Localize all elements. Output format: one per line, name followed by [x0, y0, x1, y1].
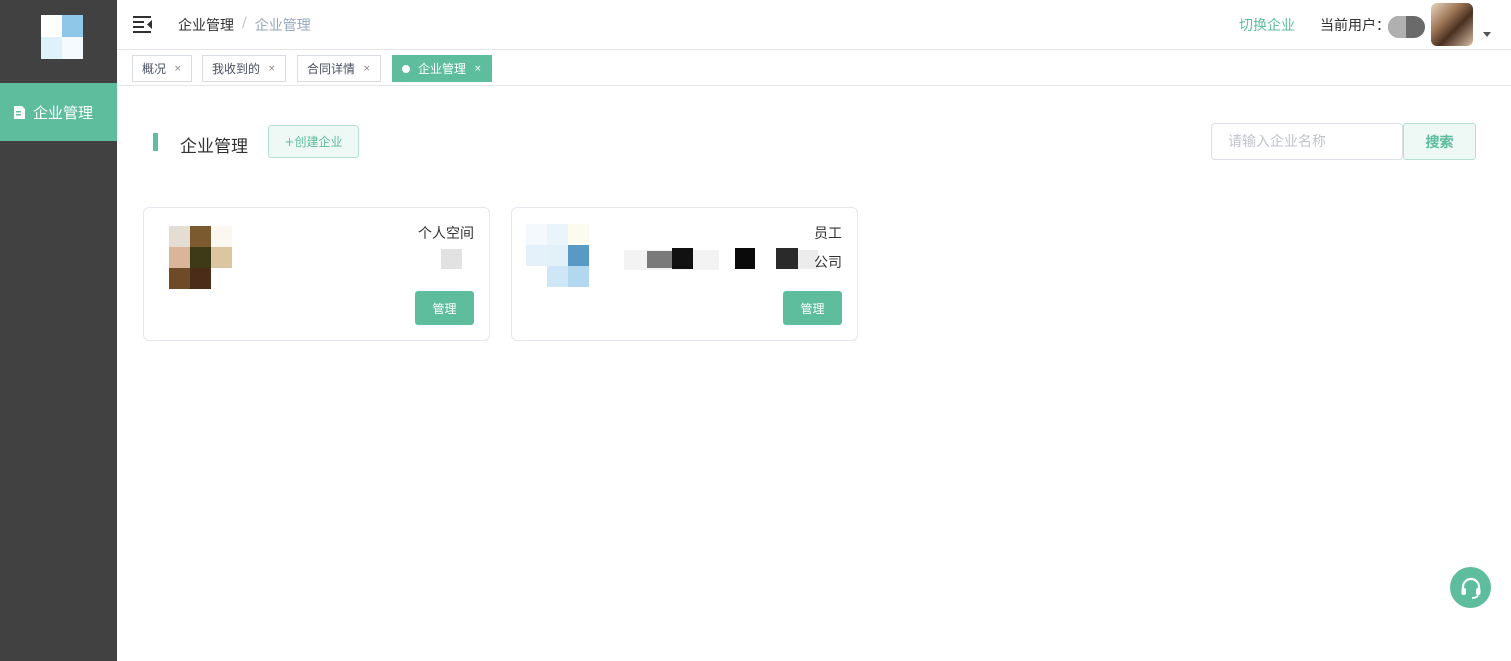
- close-icon[interactable]: ×: [268, 64, 276, 74]
- manage-button[interactable]: 管理: [415, 291, 474, 325]
- breadcrumb-root[interactable]: 企业管理: [178, 15, 234, 35]
- redacted-name: [735, 248, 755, 269]
- tab-label: 概况: [142, 62, 167, 76]
- enterprise-logo: [166, 226, 232, 290]
- card-role: 员工: [814, 226, 842, 242]
- search-button[interactable]: 搜索: [1403, 123, 1476, 160]
- sidebar-item-label: 企业管理: [33, 103, 94, 122]
- create-enterprise-button[interactable]: +创建企业: [268, 125, 359, 158]
- title-accent-bar: [153, 133, 158, 151]
- top-header: 企业管理 / 企业管理 切换企业 当前用户：: [117, 0, 1511, 50]
- sidebar-item-enterprise-management[interactable]: 企业管理: [0, 83, 117, 141]
- tab-label: 我收到的: [212, 62, 261, 76]
- card-role: 个人空间: [418, 226, 474, 242]
- page-title: 企业管理: [180, 137, 248, 157]
- close-icon[interactable]: ×: [174, 64, 182, 74]
- sidebar: 企业管理: [0, 0, 117, 661]
- app-logo[interactable]: [41, 15, 84, 59]
- card-org-name-suffix: 公司: [814, 255, 842, 271]
- enterprise-logo: [526, 224, 590, 288]
- tab-contract-detail[interactable]: 合同详情 ×: [297, 55, 381, 82]
- tab-bar: 概况 × 我收到的 × 合同详情 × 企业管理 ×: [117, 50, 1511, 86]
- avatar[interactable]: [1431, 3, 1473, 46]
- current-user-label: 当前用户：: [1320, 18, 1390, 34]
- menu-collapse-icon[interactable]: [133, 15, 153, 33]
- redacted-name: [776, 248, 798, 269]
- breadcrumb-separator: /: [242, 15, 247, 31]
- close-icon[interactable]: ×: [474, 64, 482, 74]
- tab-label: 合同详情: [307, 62, 356, 76]
- tab-label: 企业管理: [418, 62, 467, 76]
- redacted-name: [441, 249, 462, 269]
- tab-overview[interactable]: 概况 ×: [132, 55, 192, 82]
- user-name-redacted: [1388, 16, 1425, 38]
- switch-company-link[interactable]: 切换企业: [1239, 15, 1295, 35]
- document-icon: [14, 105, 25, 119]
- breadcrumb-current: 企业管理: [254, 18, 311, 34]
- redacted-name: [672, 248, 693, 269]
- tab-received[interactable]: 我收到的 ×: [202, 55, 286, 82]
- headset-icon: [1461, 577, 1480, 599]
- search-input[interactable]: [1211, 123, 1403, 160]
- redacted-name: [647, 251, 672, 268]
- chevron-down-icon[interactable]: [1483, 32, 1491, 37]
- enterprise-card: 员工 公司 管理: [511, 207, 858, 341]
- customer-service-button[interactable]: [1450, 567, 1491, 608]
- manage-button[interactable]: 管理: [783, 291, 842, 325]
- tab-enterprise-management[interactable]: 企业管理 ×: [392, 55, 492, 82]
- enterprise-card: 个人空间 管理: [143, 207, 490, 341]
- breadcrumb: 企业管理 / 企业管理: [178, 15, 311, 35]
- active-dot-icon: [402, 64, 410, 73]
- close-icon[interactable]: ×: [363, 64, 371, 74]
